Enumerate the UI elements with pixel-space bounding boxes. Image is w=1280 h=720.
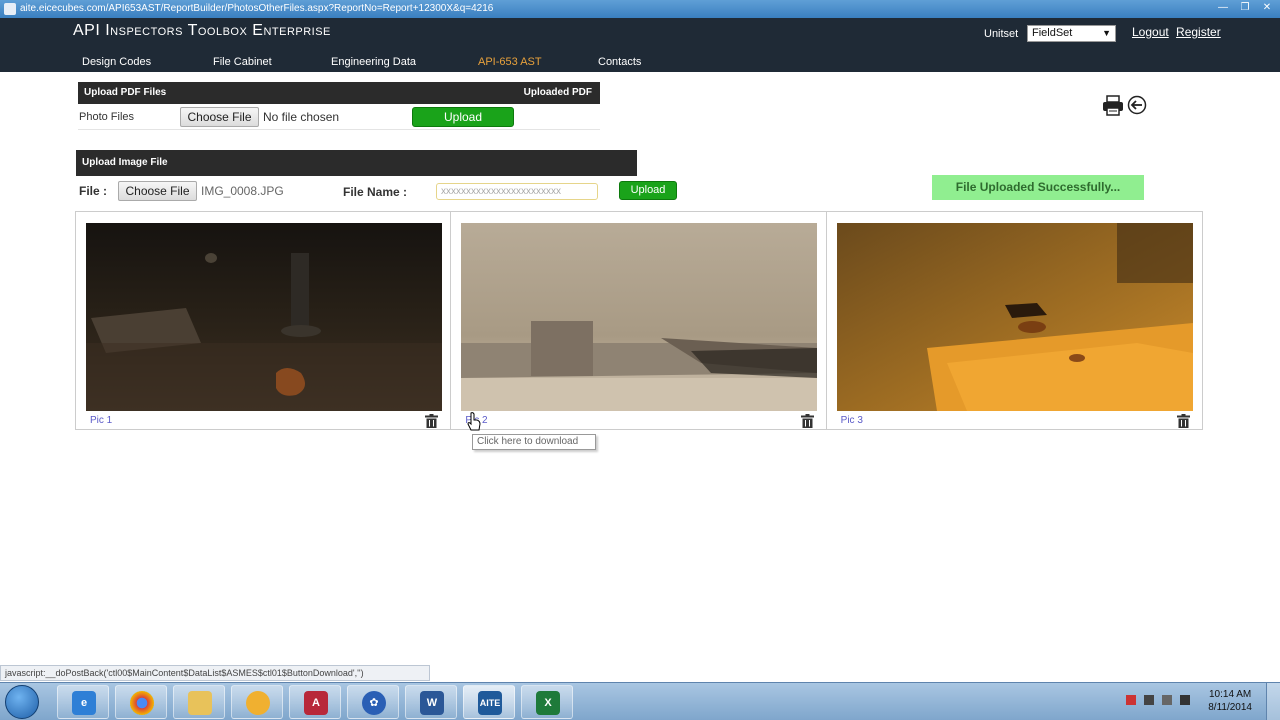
aite-icon: AITE (478, 691, 502, 715)
system-clock[interactable]: 10:14 AM 8/11/2014 (1208, 688, 1252, 714)
minimize-button[interactable]: — (1214, 1, 1232, 15)
divider (78, 129, 600, 130)
gallery-item: Pic 1 (76, 212, 452, 429)
pdf-upload-button[interactable]: Upload (412, 107, 514, 127)
excel-icon: X (536, 691, 560, 715)
trash-icon[interactable] (1176, 414, 1190, 428)
upload-success-message: File Uploaded Successfully... (932, 175, 1144, 200)
close-button[interactable]: ✕ (1258, 1, 1276, 15)
nav-file-cabinet[interactable]: File Cabinet (213, 56, 272, 68)
taskbar-app[interactable]: ✿ (347, 685, 399, 719)
photo-3-image[interactable] (836, 223, 1193, 411)
app-icon: ✿ (362, 691, 386, 715)
taskbar-internet-explorer[interactable]: e (57, 685, 109, 719)
tray-volume-icon[interactable] (1180, 695, 1190, 705)
clock-date: 8/11/2014 (1208, 702, 1252, 713)
printer-icon[interactable] (1102, 94, 1124, 116)
tray-signal-icon[interactable] (1162, 695, 1172, 705)
chrome-icon (130, 691, 154, 715)
gallery-item: Pic 3 (827, 212, 1202, 429)
back-arrow-icon[interactable] (1127, 95, 1147, 115)
file-name-label: File Name : (343, 185, 408, 199)
url-text: aite.eicecubes.com/API653AST/ReportBuild… (20, 3, 494, 14)
clock-time: 10:14 AM (1208, 689, 1252, 700)
file-name-input[interactable]: xxxxxxxxxxxxxxxxxxxxxxxx (436, 183, 598, 200)
window-controls: — ❐ ✕ (1214, 1, 1276, 15)
hand-cursor-icon (467, 412, 481, 431)
app-header: API Inspectors Toolbox Enterprise Unitse… (0, 18, 1280, 72)
show-desktop-button[interactable] (1266, 683, 1280, 720)
windows-taskbar: e A ✿ W AITE X 10:14 AM 8/11/2014 (0, 682, 1280, 720)
image-upload-heading: Upload Image File (82, 157, 168, 168)
ie-icon: e (72, 691, 96, 715)
gallery-item: Pic 2 (451, 212, 827, 429)
taskbar-excel[interactable]: X (521, 685, 573, 719)
taskbar-chrome[interactable] (115, 685, 167, 719)
tray-flag-icon[interactable] (1126, 695, 1136, 705)
favicon-icon (4, 3, 16, 15)
unitset-value: FieldSet (1032, 27, 1073, 39)
image-upload-header: Upload Image File (76, 150, 637, 176)
pdf-choose-file-button[interactable]: Choose File (180, 107, 259, 127)
browser-title-bar: aite.eicecubes.com/API653AST/ReportBuild… (0, 0, 1280, 18)
logout-link[interactable]: Logout (1132, 25, 1169, 39)
system-tray (1126, 695, 1190, 705)
nav-contacts[interactable]: Contacts (598, 56, 641, 68)
photo-1-image[interactable] (86, 223, 442, 411)
image-file-status: IMG_0008.JPG (201, 184, 284, 198)
file-label: File : (79, 184, 108, 198)
pic-label[interactable]: Pic 3 (841, 415, 863, 426)
chevron-down-icon: ▼ (1102, 28, 1111, 38)
image-choose-file-button[interactable]: Choose File (118, 181, 197, 201)
uploaded-pdf-heading: Uploaded PDF (523, 87, 592, 98)
auth-links: Logout Register (1132, 25, 1225, 39)
unitset-select[interactable]: FieldSet ▼ (1027, 25, 1116, 42)
download-tooltip: Click here to download (472, 434, 596, 450)
pdf-upload-heading: Upload PDF Files (84, 87, 167, 98)
browser-status-bar: javascript:__doPostBack('ctl00$MainConte… (0, 665, 430, 681)
nav-api-653-ast[interactable]: API-653 AST (478, 56, 542, 68)
pdf-file-status: No file chosen (263, 110, 340, 124)
photo-2-image[interactable] (461, 223, 818, 411)
photo-files-label: Photo Files (79, 111, 135, 123)
start-button[interactable] (5, 685, 39, 719)
unitset-label: Unitset (984, 28, 1019, 40)
outlook-icon (246, 691, 270, 715)
maximize-button[interactable]: ❐ (1236, 1, 1254, 15)
pic-label[interactable]: Pic 1 (90, 415, 112, 426)
app-title: API Inspectors Toolbox Enterprise (73, 22, 331, 39)
nav-design-codes[interactable]: Design Codes (82, 56, 151, 68)
taskbar-aite[interactable]: AITE (463, 685, 515, 719)
image-upload-button[interactable]: Upload (619, 181, 677, 200)
trash-icon[interactable] (800, 414, 814, 428)
trash-icon[interactable] (425, 414, 439, 428)
photo-gallery: Pic 1 Pic 2 (75, 211, 1203, 430)
taskbar-word[interactable]: W (405, 685, 457, 719)
word-icon: W (420, 691, 444, 715)
nav-engineering-data[interactable]: Engineering Data (331, 56, 416, 68)
register-link[interactable]: Register (1176, 25, 1221, 39)
folder-icon (188, 691, 212, 715)
pdf-upload-header: Upload PDF Files Uploaded PDF (78, 82, 600, 104)
taskbar-explorer[interactable] (173, 685, 225, 719)
taskbar-access[interactable]: A (289, 685, 341, 719)
access-icon: A (304, 691, 328, 715)
tray-network-icon[interactable] (1144, 695, 1154, 705)
taskbar-outlook[interactable] (231, 685, 283, 719)
